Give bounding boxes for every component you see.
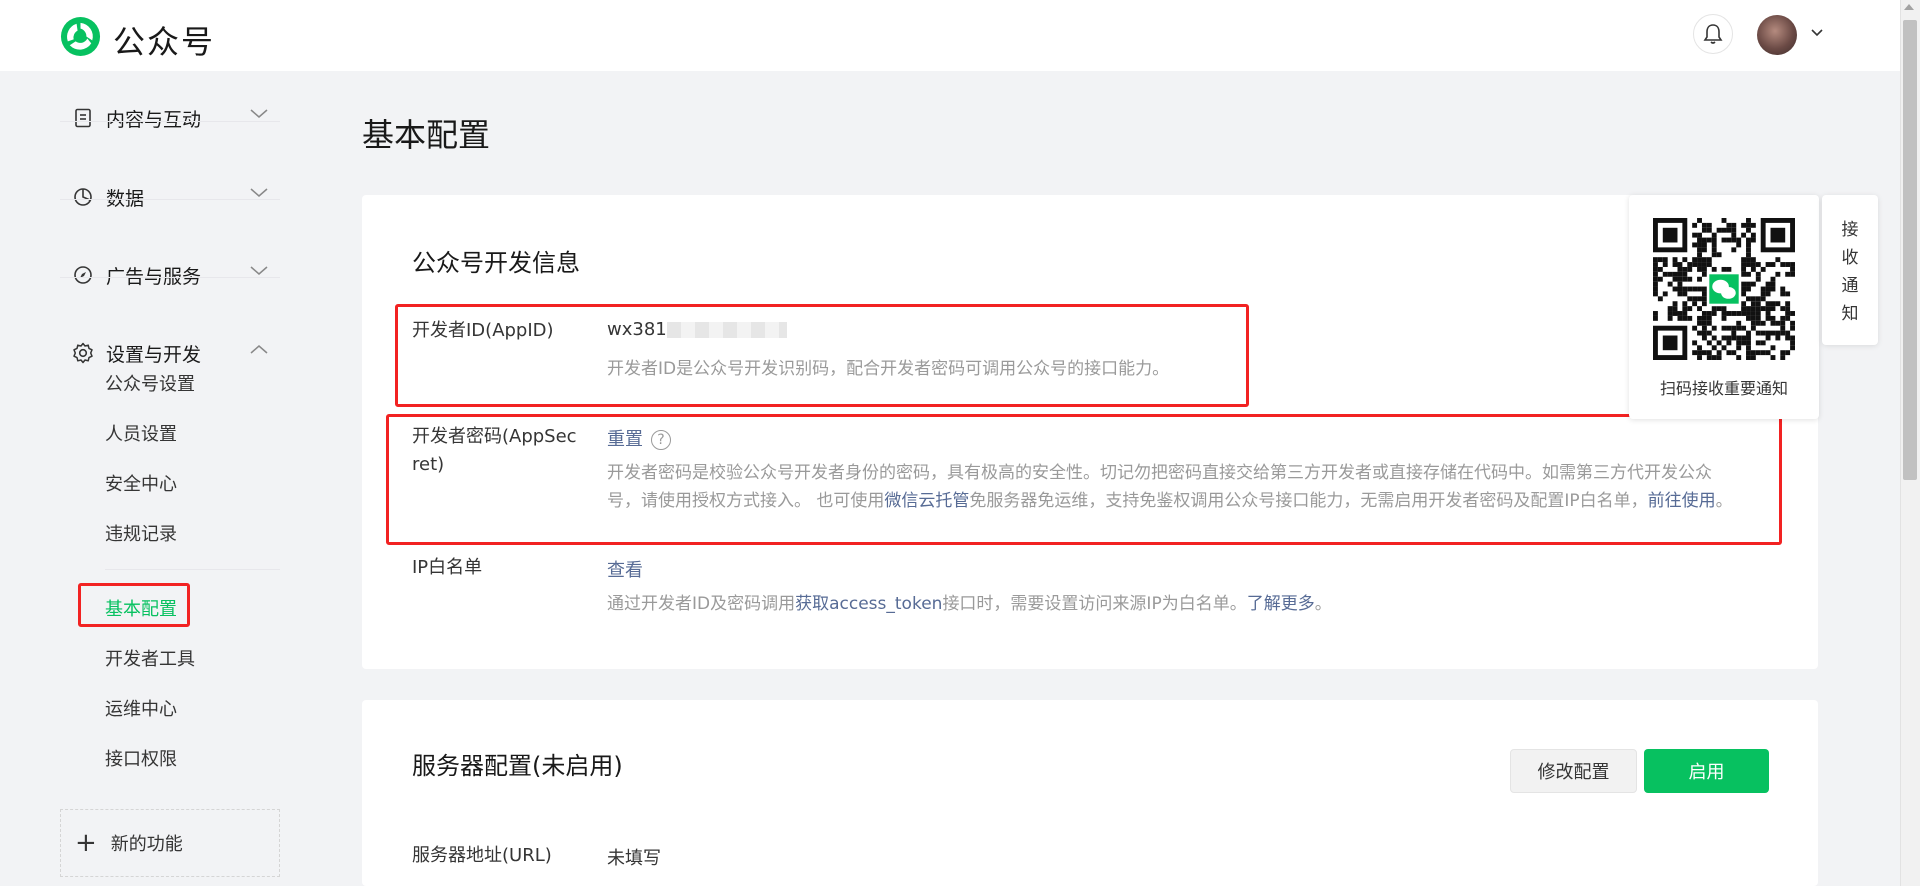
tab-char: 收 <box>1841 248 1859 268</box>
sidebar: 内容与互动 数据 广告与服务 设置与开发 公众号设置 人员设置 安全中心 违规记… <box>0 71 300 886</box>
qr-code-icon <box>1653 218 1795 360</box>
compass-icon <box>72 264 94 286</box>
divider <box>105 569 280 570</box>
sidebar-group-data[interactable]: 数据 <box>60 162 280 232</box>
chevron-down-icon <box>250 266 268 275</box>
modify-config-button[interactable]: 修改配置 <box>1510 749 1637 793</box>
wechat-official-account-logo-icon[interactable] <box>59 15 102 58</box>
notification-bell-button[interactable] <box>1693 14 1733 54</box>
sidebar-item-staff-settings[interactable]: 人员设置 <box>105 420 177 446</box>
server-config-card: 服务器配置(未启用) 修改配置 启用 服务器地址(URL) 未填写 <box>362 700 1818 886</box>
top-bar: 公众号 <box>0 0 1920 71</box>
page-title: 基本配置 <box>362 116 491 154</box>
desc-text: 接口时，需要设置访问来源IP为白名单。 <box>942 594 1247 614</box>
sidebar-item-ops-center[interactable]: 运维中心 <box>105 695 177 721</box>
desc-text: 通过开发者ID及密码调用 <box>607 594 796 614</box>
receive-notify-tab[interactable]: 接 收 通 知 <box>1822 195 1878 345</box>
annotation-highlight-box <box>395 304 1249 407</box>
learn-more-link[interactable]: 了解更多 <box>1247 594 1315 614</box>
sidebar-item-security-center[interactable]: 安全中心 <box>105 470 177 496</box>
sidebar-item-violation-records[interactable]: 违规记录 <box>105 520 177 546</box>
chevron-up-icon <box>250 345 268 354</box>
qr-notify-panel[interactable]: 扫码接收重要通知 <box>1629 195 1819 419</box>
document-icon <box>72 107 94 129</box>
user-avatar[interactable] <box>1757 15 1797 55</box>
divider <box>60 121 280 122</box>
sidebar-item-developer-tools[interactable]: 开发者工具 <box>105 645 195 671</box>
ip-whitelist-label: IP白名单 <box>412 557 483 578</box>
chevron-down-icon <box>250 188 268 197</box>
annotation-highlight-box <box>78 583 190 627</box>
annotation-highlight-box <box>386 414 1782 545</box>
new-feature-button[interactable]: + 新的功能 <box>60 809 280 877</box>
server-url-value: 未填写 <box>607 848 661 869</box>
scrollbar-thumb[interactable] <box>1903 20 1917 480</box>
divider <box>60 277 280 278</box>
tab-char: 知 <box>1841 304 1859 324</box>
server-url-label: 服务器地址(URL) <box>412 845 552 866</box>
sidebar-group-label: 数据 <box>106 187 145 210</box>
qr-caption: 扫码接收重要通知 <box>1659 379 1788 398</box>
gear-icon <box>72 342 94 364</box>
brand-title: 公众号 <box>113 23 216 61</box>
plus-icon: + <box>75 828 97 858</box>
new-feature-label: 新的功能 <box>110 834 183 855</box>
enable-button[interactable]: 启用 <box>1644 749 1769 793</box>
sidebar-item-api-permissions[interactable]: 接口权限 <box>105 745 177 771</box>
tab-char: 通 <box>1841 276 1859 296</box>
section-title: 公众号开发信息 <box>412 249 580 277</box>
sidebar-group-ads[interactable]: 广告与服务 <box>60 240 280 310</box>
pie-chart-icon <box>72 186 94 208</box>
sidebar-group-label: 内容与互动 <box>106 108 202 131</box>
desc-text: 。 <box>1314 594 1332 614</box>
chevron-down-icon <box>250 109 268 118</box>
sidebar-group-label: 广告与服务 <box>106 265 202 288</box>
divider <box>60 199 280 200</box>
view-whitelist-link[interactable]: 查看 <box>607 560 643 581</box>
sidebar-item-account-settings[interactable]: 公众号设置 <box>105 370 195 396</box>
tab-char: 接 <box>1841 220 1859 240</box>
access-token-link[interactable]: 获取access_token <box>795 594 942 614</box>
bell-icon <box>1703 24 1723 44</box>
section-title: 服务器配置(未启用) <box>412 752 623 780</box>
view-whitelist-link-wrap: 查看 <box>607 556 643 582</box>
scroll-up-arrow-icon[interactable] <box>1904 4 1914 10</box>
chevron-down-icon[interactable] <box>1810 28 1824 38</box>
sidebar-group-content[interactable]: 内容与互动 <box>60 83 280 153</box>
ip-whitelist-description: 通过开发者ID及密码调用获取access_token接口时，需要设置访问来源IP… <box>607 590 1332 618</box>
sidebar-group-label: 设置与开发 <box>106 343 202 366</box>
